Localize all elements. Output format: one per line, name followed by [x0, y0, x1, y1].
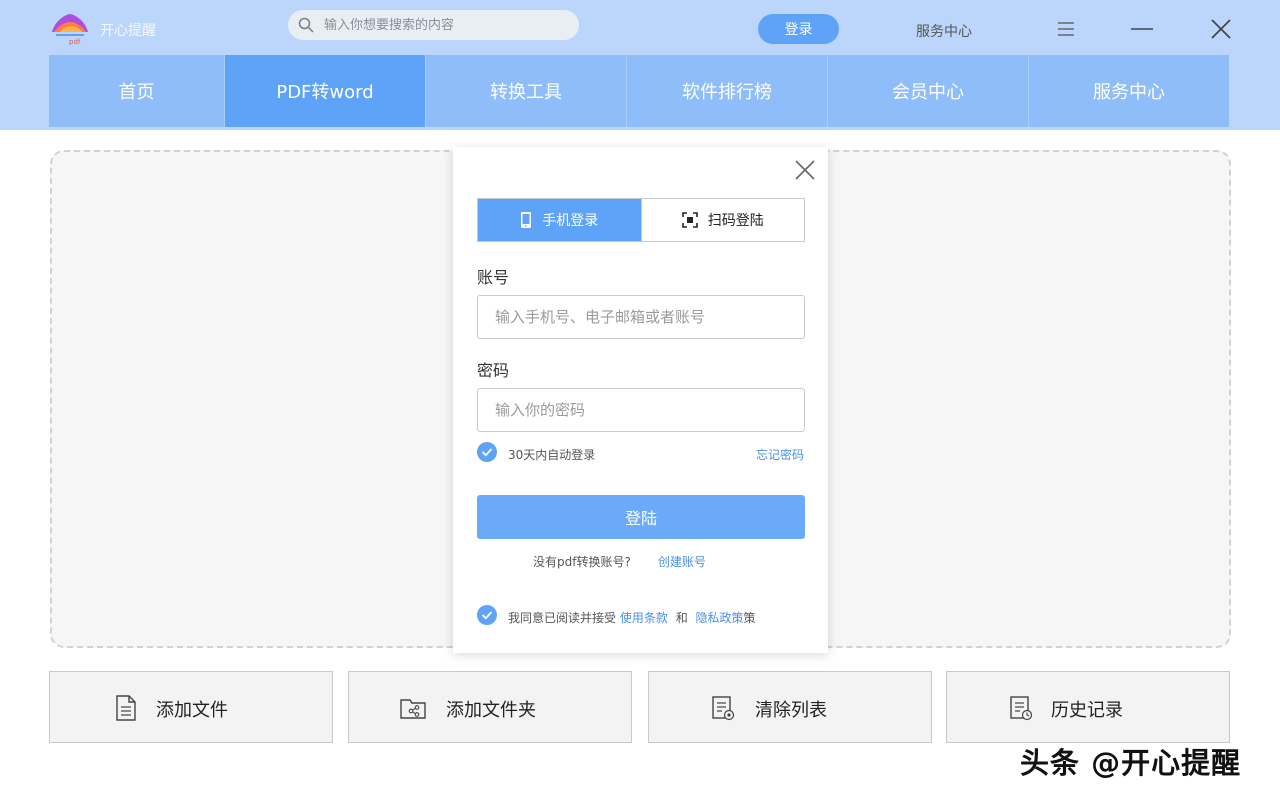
file-icon — [116, 695, 136, 721]
nav-tab-home[interactable]: 首页 — [49, 55, 225, 127]
add-file-button[interactable]: 添加文件 — [49, 671, 333, 743]
svg-text:pdf: pdf — [69, 38, 81, 46]
history-label: 历史记录 — [1051, 700, 1123, 721]
add-file-label: 添加文件 — [156, 700, 228, 721]
remember-me-label: 30天内自动登录 — [508, 448, 596, 462]
login-method-tabs: 手机登录 扫码登陆 — [477, 198, 805, 242]
tab-qr-login-label: 扫码登陆 — [707, 213, 764, 229]
and-text: 和 — [675, 611, 688, 625]
privacy-link[interactable]: 隐私政策 — [696, 611, 744, 625]
nav-tab-service-center[interactable]: 服务中心 — [1029, 55, 1229, 127]
checkmark-icon — [481, 448, 493, 457]
search-box[interactable] — [288, 10, 579, 40]
clear-list-button[interactable]: 清除列表 — [648, 671, 932, 743]
remember-me-checkbox[interactable] — [477, 442, 497, 462]
account-label: 账号 — [477, 268, 510, 287]
agree-terms-checkbox[interactable] — [477, 605, 497, 625]
minimize-icon[interactable] — [1129, 16, 1155, 42]
search-input[interactable] — [324, 10, 564, 40]
main-nav: 首页 PDF转word 转换工具 软件排行榜 会员中心 服务中心 — [49, 55, 1229, 127]
nav-tab-member-center[interactable]: 会员中心 — [828, 55, 1029, 127]
watermark-text: 头条 @开心提醒 — [1020, 746, 1242, 780]
forgot-password-link[interactable]: 忘记密码 — [756, 446, 804, 463]
header-service-link[interactable]: 服务中心 — [916, 21, 972, 41]
nav-tab-convert-tools[interactable]: 转换工具 — [426, 55, 627, 127]
privacy-suffix: 策 — [743, 611, 756, 625]
no-account-text: 没有pdf转换账号? — [533, 555, 631, 569]
tab-qr-login[interactable]: 扫码登陆 — [640, 199, 805, 241]
app-logo-icon: pdf — [52, 14, 88, 46]
password-label: 密码 — [477, 361, 510, 380]
nav-tab-pdf-to-word[interactable]: PDF转word — [225, 55, 426, 127]
dialog-close-icon[interactable] — [794, 159, 816, 181]
checkmark-icon — [481, 611, 493, 620]
history-button[interactable]: 历史记录 — [946, 671, 1230, 743]
agree-terms-text: 我同意已阅读并接受 使用条款 和 隐私政策策 — [508, 609, 756, 626]
login-dialog: 手机登录 扫码登陆 账号 密码 30天内自动登录 忘记密码 登陆 没有pdf转换… — [453, 147, 828, 653]
window-close-icon[interactable] — [1208, 16, 1234, 42]
agree-prefix: 我同意已阅读并接受 — [508, 611, 617, 625]
app-title: 开心提醒 — [100, 23, 156, 39]
tab-phone-login[interactable]: 手机登录 — [478, 199, 641, 241]
add-folder-label: 添加文件夹 — [446, 700, 536, 721]
account-input[interactable] — [477, 295, 805, 339]
phone-icon — [521, 212, 532, 228]
clear-list-icon — [712, 696, 735, 721]
login-submit-button[interactable]: 登陆 — [477, 495, 805, 539]
menu-icon[interactable] — [1053, 16, 1079, 42]
header-login-button[interactable]: 登录 — [758, 14, 839, 44]
add-folder-button[interactable]: 添加文件夹 — [348, 671, 632, 743]
nav-tab-software-ranking[interactable]: 软件排行榜 — [627, 55, 828, 127]
search-icon — [298, 17, 314, 33]
create-account-link[interactable]: 创建账号 — [658, 553, 706, 570]
history-icon — [1010, 696, 1033, 721]
terms-link[interactable]: 使用条款 — [620, 611, 668, 625]
password-input[interactable] — [477, 388, 805, 432]
qr-scan-icon — [681, 212, 698, 228]
folder-share-icon — [400, 699, 426, 719]
tab-phone-login-label: 手机登录 — [542, 213, 599, 229]
clear-list-label: 清除列表 — [755, 700, 827, 721]
